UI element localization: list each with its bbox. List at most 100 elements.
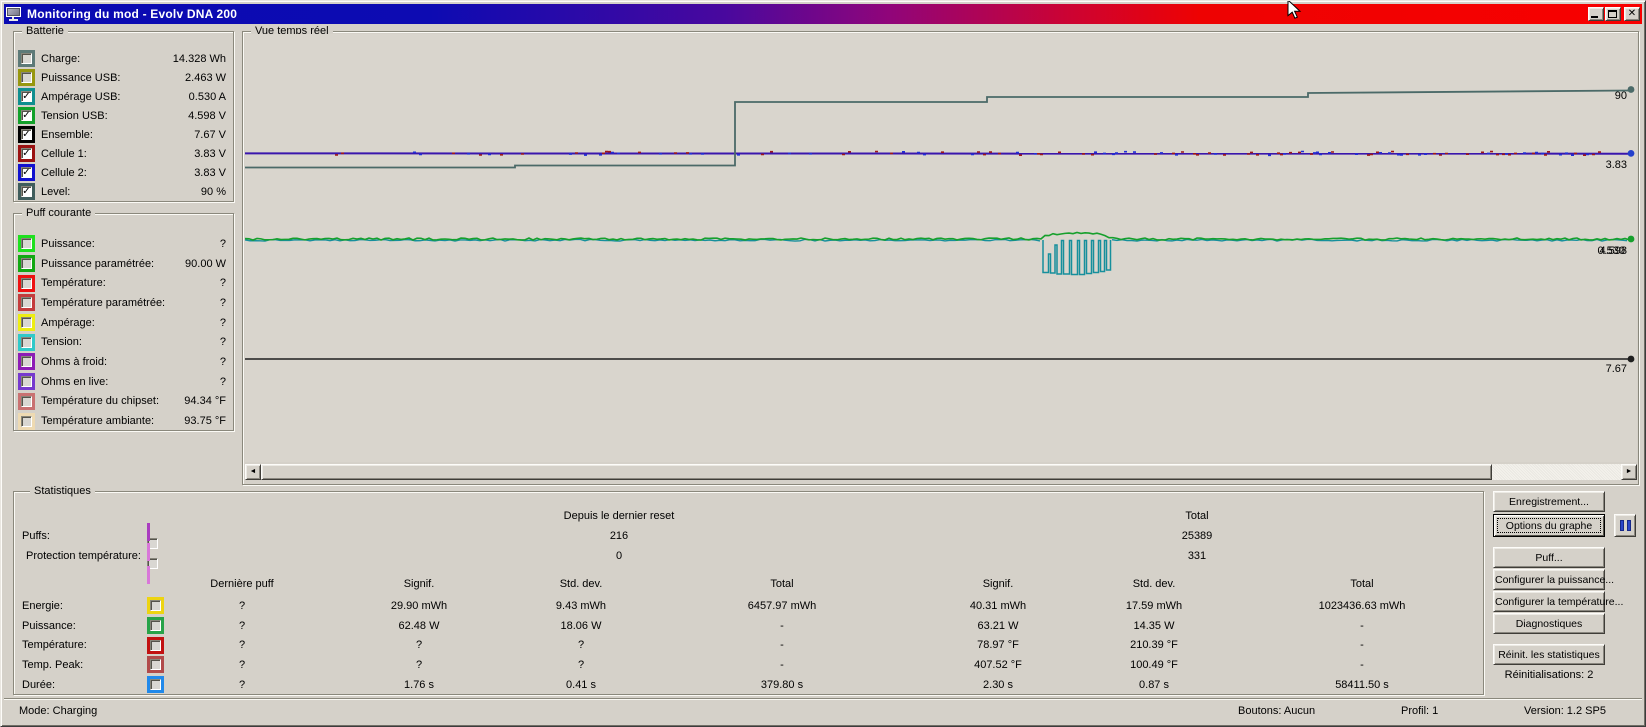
checkbox[interactable]: ✓ (21, 186, 32, 197)
checkbox[interactable] (150, 679, 161, 690)
checkbox[interactable]: ✓ (21, 91, 32, 102)
checkbox[interactable] (21, 337, 32, 348)
configurer-temperature-button[interactable]: Configurer la température... (1493, 591, 1605, 612)
table-cell: ? (177, 679, 307, 691)
table-cell: Signif. (933, 578, 1063, 590)
checkbox[interactable] (21, 376, 32, 387)
checkbox[interactable]: ✓ (21, 110, 32, 121)
table-cell: 1.76 s (307, 679, 531, 691)
checkbox[interactable] (21, 53, 32, 64)
pause-icon (1615, 515, 1635, 536)
row-label: Cellule 2: (41, 167, 87, 179)
table-cell: 40.31 mWh (933, 600, 1063, 612)
scrollbar-track[interactable] (1492, 464, 1621, 480)
checkbox[interactable] (150, 620, 161, 631)
pause-graph-button[interactable] (1614, 514, 1636, 537)
row-value: ? (220, 336, 226, 348)
checkbox[interactable] (21, 258, 32, 269)
checkbox[interactable] (21, 416, 32, 427)
checkbox[interactable] (21, 356, 32, 367)
checkbox[interactable] (150, 600, 161, 611)
list-item: ✓Ampérage USB:0.530 A (14, 87, 233, 106)
checkbox[interactable] (147, 558, 158, 569)
checkbox[interactable] (21, 238, 32, 249)
row-label: Level: (41, 186, 70, 198)
row-label: Ampérage USB: (41, 91, 120, 103)
table-cell: ? (177, 600, 307, 612)
checkbox[interactable] (21, 297, 32, 308)
checkbox[interactable] (21, 72, 32, 83)
close-icon: ✕ (1625, 8, 1639, 20)
level-line-value: 90 (1615, 90, 1627, 102)
table-cell: Puissance: (22, 620, 147, 632)
check-icon: ✓ (22, 168, 30, 177)
ensemble-line-value: 7.67 (1606, 363, 1627, 375)
configurer-puissance-button[interactable]: Configurer la puissance... (1493, 569, 1605, 590)
table-row: Puissance:?62.48 W18.06 W-63.21 W14.35 W… (14, 616, 1483, 636)
check-icon: ✓ (22, 187, 30, 196)
group-batterie-title: Batterie (22, 24, 68, 38)
checkbox[interactable]: ✓ (21, 148, 32, 159)
table-cell: Total (631, 578, 933, 590)
color-swatch (18, 373, 35, 390)
row-label: Tension: (41, 336, 82, 348)
checkbox[interactable] (21, 278, 32, 289)
puff-courante-rows: Puissance:?Puissance paramétrée:90.00 WT… (14, 234, 233, 431)
checkbox[interactable]: ✓ (21, 129, 32, 140)
check-icon: ✓ (22, 130, 30, 139)
status-mode: Mode: Charging (19, 699, 97, 724)
row-value: ? (220, 238, 226, 250)
table-row: Temp. Peak:???-407.52 °F100.49 °F- (14, 655, 1483, 675)
cellules-line-value: 3.83 (1606, 159, 1627, 171)
tension-usb-line-value: 4.598 (1599, 245, 1627, 257)
puff-button[interactable]: Puff... (1493, 547, 1605, 568)
diagnostiques-button[interactable]: Diagnostiques (1493, 613, 1605, 634)
table-cell: 9.43 mWh (531, 600, 631, 612)
color-swatch (18, 393, 35, 410)
row-label: Puissance USB: (41, 72, 120, 84)
checkbox[interactable] (21, 396, 32, 407)
table-cell: Durée: (22, 679, 147, 691)
close-button[interactable]: ✕ (1624, 7, 1640, 21)
reinit-statistiques-button[interactable]: Réinit. les statistiques (1493, 644, 1605, 665)
group-puff-courante: Puff courante Puissance:?Puissance param… (13, 213, 234, 431)
table-row: Energie:?29.90 mWh9.43 mWh6457.97 mWh40.… (14, 596, 1483, 616)
table-cell: 14.35 W (1063, 620, 1245, 632)
list-item: Puissance USB:2.463 W (14, 68, 233, 87)
checkbox[interactable] (21, 317, 32, 328)
scroll-left-button[interactable]: ◄ (245, 464, 261, 480)
row-label: Cellule 1: (41, 148, 87, 160)
table-cell: ? (177, 620, 307, 632)
table-cell: 17.59 mWh (1063, 600, 1245, 612)
row-value: 93.75 °F (184, 415, 226, 427)
checkbox[interactable] (150, 659, 161, 670)
table-cell: Std. dev. (531, 578, 631, 590)
checkbox[interactable] (150, 640, 161, 651)
list-item: ✓Cellule 2:3.83 V (14, 163, 233, 182)
row-label: Ampérage: (41, 317, 95, 329)
scroll-right-button[interactable]: ► (1621, 464, 1637, 480)
list-item: Température paramétrée:? (14, 293, 233, 313)
protection-total: 331 (997, 550, 1397, 562)
list-item: Température:? (14, 273, 233, 293)
check-icon: ✓ (22, 149, 30, 158)
puffs-since-reset: 216 (419, 530, 819, 542)
color-swatch: ✓ (18, 164, 35, 181)
scrollbar-thumb[interactable] (261, 464, 1492, 480)
check-icon: ✓ (22, 92, 30, 101)
table-cell: ? (531, 659, 631, 671)
color-swatch (18, 275, 35, 292)
window-title: Monitoring du mod - Evolv DNA 200 (27, 7, 237, 21)
options-graphe-button[interactable]: Options du graphe (1493, 514, 1605, 537)
table-cell: 6457.97 mWh (631, 600, 933, 612)
row-label: Ohms en live: (41, 376, 108, 388)
list-item: Ohms à froid:? (14, 352, 233, 372)
table-cell: - (1245, 620, 1479, 632)
table-cell: 100.49 °F (1063, 659, 1245, 671)
maximize-button[interactable] (1605, 7, 1621, 21)
row-value: 7.67 V (194, 129, 226, 141)
status-version: Version: 1.2 SP5 (1524, 699, 1606, 724)
enregistrement-button[interactable]: Enregistrement... (1493, 491, 1605, 512)
minimize-button[interactable] (1588, 7, 1604, 21)
checkbox[interactable]: ✓ (21, 167, 32, 178)
